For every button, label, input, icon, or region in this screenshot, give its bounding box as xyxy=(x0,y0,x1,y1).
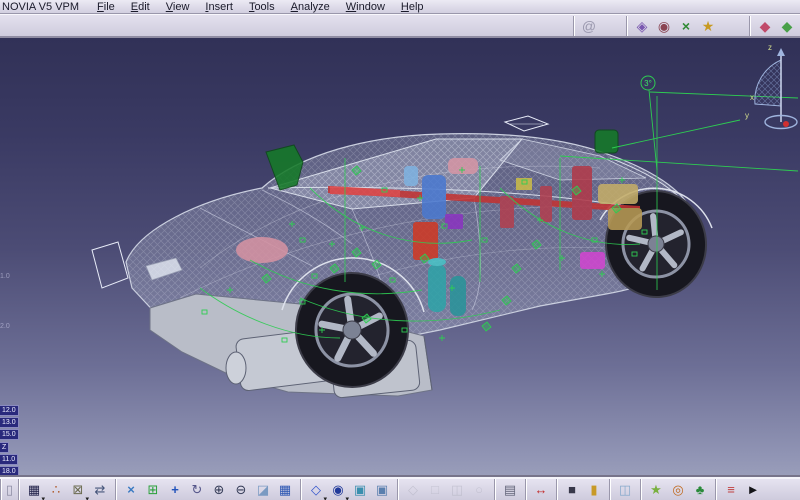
zoom-out-icon[interactable]: ⊖ xyxy=(230,480,252,500)
top-toolbar: @ ◈◉×★ ◆◆ xyxy=(0,14,800,38)
fly-mode-icon[interactable]: × xyxy=(120,480,142,500)
formula-list-icon[interactable]: ≡ xyxy=(720,480,742,500)
menu-items: FileEditViewInsertToolsAnalyzeWindowHelp xyxy=(89,1,432,13)
headrest-blue xyxy=(404,166,418,186)
normal-view-icon[interactable]: ◪ xyxy=(252,480,274,500)
fitting-simulation-icon[interactable]: × xyxy=(675,16,697,36)
save-state-icon[interactable]: ◆ xyxy=(754,16,776,36)
duct-teal-b xyxy=(450,276,466,316)
menu-edit[interactable]: Edit xyxy=(123,1,158,13)
menu-window[interactable]: Window xyxy=(338,1,393,13)
screen-split-icon[interactable]: ▣ xyxy=(349,480,371,500)
toolbar-group: ★◎♣ xyxy=(640,479,715,500)
annotation-tool-icon[interactable]: ○ xyxy=(468,480,490,500)
toolbar-overflow-icon[interactable]: ► xyxy=(742,480,764,500)
knowledge-inspector-icon[interactable]: ◎ xyxy=(667,480,689,500)
application-title: NOVIA V5 VPM xyxy=(0,1,89,13)
tree-node-label-selected[interactable]: 11.0 xyxy=(0,454,18,465)
pan-icon[interactable]: + xyxy=(164,480,186,500)
3d-scene[interactable]: 3° z x y xyxy=(0,38,800,477)
toolbar-group: ×⊞+↻⊕⊖◪▦ xyxy=(115,479,300,500)
tree-node-label-selected[interactable]: 15.0 xyxy=(0,429,19,440)
part-tan-a xyxy=(598,184,638,204)
clash-analysis-icon[interactable]: ◇ xyxy=(402,480,424,500)
powercopy-swirl-icon[interactable]: @ xyxy=(578,16,600,36)
export-icon[interactable]: ⇄ xyxy=(89,480,111,500)
toolbar-group: ◇▾◉▾▣▣ xyxy=(300,479,397,500)
iso-view-icon[interactable]: ◇▾ xyxy=(305,480,327,500)
zoom-in-icon[interactable]: ⊕ xyxy=(208,480,230,500)
part-pink-top xyxy=(448,158,478,174)
wizard-icon[interactable]: ★ xyxy=(645,480,667,500)
clipped-edge-icon[interactable]: ▯ xyxy=(5,480,14,500)
menu-analyze[interactable]: Analyze xyxy=(283,1,338,13)
catia-application-window: NOVIA V5 VPM FileEditViewInsertToolsAnal… xyxy=(0,0,800,500)
compass-z-label[interactable]: z xyxy=(768,43,772,52)
toolbar-group: ≡► xyxy=(715,479,768,500)
compass-x-label[interactable]: x xyxy=(750,93,754,102)
menu-insert[interactable]: Insert xyxy=(197,1,241,13)
rotate-icon[interactable]: ↻ xyxy=(186,480,208,500)
green-panel-rear xyxy=(595,130,618,153)
calculator-icon[interactable]: ▦▾ xyxy=(23,480,45,500)
rules-icon[interactable]: ♣ xyxy=(689,480,711,500)
seat-blue xyxy=(422,175,446,219)
toolbar-group: ■▮ xyxy=(556,479,609,500)
toolbar-group: @ xyxy=(573,16,604,36)
compass-y-label[interactable]: y xyxy=(745,111,749,120)
compass[interactable]: z x y xyxy=(745,43,797,129)
lock-icon[interactable]: ⊠▾ xyxy=(67,480,89,500)
toolbar-group: ◇□◫○ xyxy=(397,479,494,500)
angle-annotation-label[interactable]: 3° xyxy=(644,79,652,88)
tree-node-label[interactable]: 2.0 xyxy=(0,322,10,331)
toolbar-group: ▤ xyxy=(494,479,525,500)
screen-full-icon[interactable]: ▣ xyxy=(371,480,393,500)
toolbar-group: ▯ xyxy=(0,479,18,500)
print-device-icon[interactable]: ▤ xyxy=(499,480,521,500)
3d-viewport[interactable]: 3° z x y 1.0 2.0 12.013.015.0 Z11.018.0 xyxy=(0,38,800,477)
frame-crimson-b xyxy=(540,186,552,222)
toolbar-group: ◫ xyxy=(609,479,640,500)
part-pink-front xyxy=(236,237,288,263)
menu-help[interactable]: Help xyxy=(393,1,432,13)
menu-bar: NOVIA V5 VPM FileEditViewInsertToolsAnal… xyxy=(0,0,800,14)
product-structure-icon[interactable]: ∴ xyxy=(45,480,67,500)
compass-free-rotation-handle[interactable] xyxy=(783,121,789,127)
tree-node-label-selected[interactable]: 18.0 xyxy=(0,466,19,477)
render-style-icon[interactable]: ◉▾ xyxy=(327,480,349,500)
compass-z-arrow xyxy=(777,48,785,56)
mechanism-icon[interactable]: ◉ xyxy=(653,16,675,36)
toolbar-group: ◆◆ xyxy=(749,16,800,36)
part-tan-b xyxy=(608,208,642,230)
enhanced-scene-icon[interactable]: ★ xyxy=(697,16,719,36)
macro-icon[interactable]: ■ xyxy=(561,480,583,500)
box-purple xyxy=(445,214,463,229)
menu-view[interactable]: View xyxy=(158,1,198,13)
catalog-browser-icon[interactable]: ◆ xyxy=(776,16,798,36)
distance-band-icon[interactable]: ◫ xyxy=(446,480,468,500)
car-model[interactable]: 3° xyxy=(126,76,798,398)
toolbar-group: ◈◉×★ xyxy=(626,16,723,36)
duct-teal-a xyxy=(428,264,446,312)
multi-view-icon[interactable]: ▦ xyxy=(274,480,296,500)
tree-node-label-selected[interactable]: 13.0 xyxy=(0,417,19,428)
material-can-icon[interactable]: ▮ xyxy=(583,480,605,500)
toolbar-group: ↔ xyxy=(525,479,556,500)
toolbar-group: ▦▾∴⊠▾⇄ xyxy=(18,479,115,500)
bottom-toolbar: ▯▦▾∴⊠▾⇄×⊞+↻⊕⊖◪▦◇▾◉▾▣▣◇□◫○▤↔■▮◫★◎♣≡► xyxy=(0,477,800,500)
fit-all-in-icon[interactable]: ⊞ xyxy=(142,480,164,500)
frame-crimson-a xyxy=(500,196,514,228)
tree-node-label-selected[interactable]: 12.0 xyxy=(0,405,19,416)
swap-visible-space-icon[interactable]: ↔ xyxy=(530,480,552,500)
part-magenta xyxy=(580,252,605,269)
simulation-icon[interactable]: ◈ xyxy=(631,16,653,36)
sketch-tracer-icon[interactable]: ◫ xyxy=(614,480,636,500)
tree-node-label-selected[interactable]: Z xyxy=(0,442,9,453)
menu-tools[interactable]: Tools xyxy=(241,1,283,13)
menu-file[interactable]: File xyxy=(89,1,123,13)
duct-teal-cap xyxy=(428,258,446,266)
section-tool-icon[interactable]: □ xyxy=(424,480,446,500)
tree-node-label[interactable]: 1.0 xyxy=(0,272,10,281)
